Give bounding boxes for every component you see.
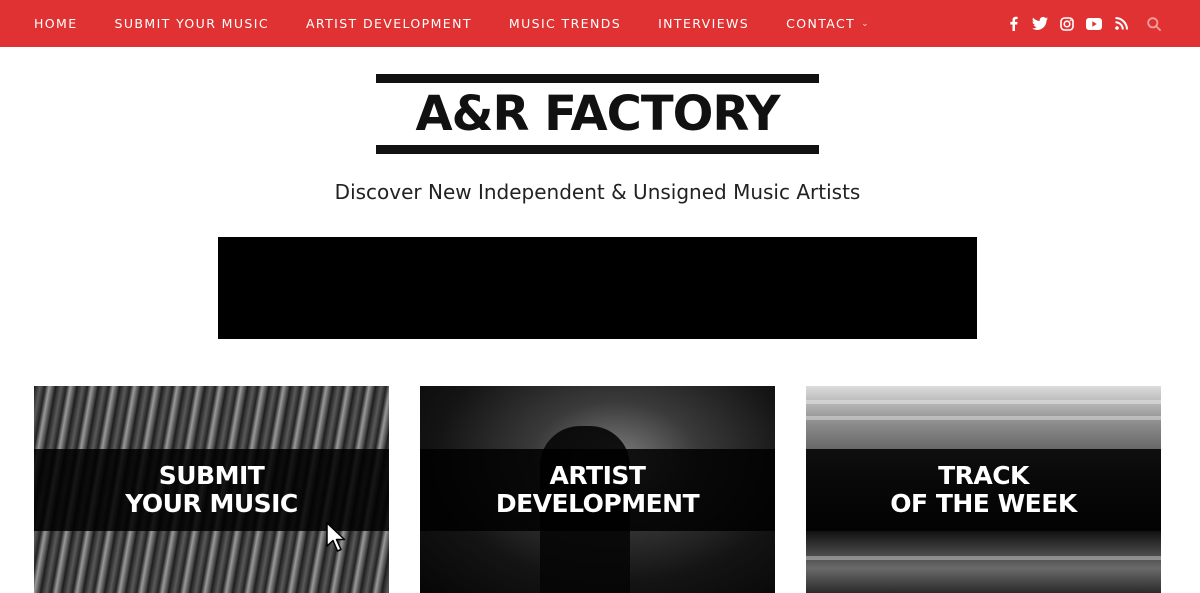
site-tagline: Discover New Independent & Unsigned Musi… <box>334 180 861 204</box>
rss-icon[interactable] <box>1113 16 1129 32</box>
search-icon[interactable] <box>1146 16 1162 32</box>
logo-text: A&R FACTORY <box>415 86 781 142</box>
twitter-icon[interactable] <box>1032 16 1048 32</box>
logo-top-rule <box>376 74 819 83</box>
card-title-band: TRACK OF THE WEEK <box>806 449 1161 531</box>
nav-contact[interactable]: CONTACT ⌄ <box>786 16 870 31</box>
nav-submit-your-music[interactable]: SUBMIT YOUR MUSIC <box>115 16 269 31</box>
facebook-icon[interactable] <box>1005 16 1021 32</box>
logo-bottom-rule <box>376 145 819 154</box>
nav-home-label: HOME <box>34 16 78 31</box>
nav-interviews-label: INTERVIEWS <box>658 16 750 31</box>
card-title-band: SUBMIT YOUR MUSIC <box>34 449 389 531</box>
card-title: SUBMIT YOUR MUSIC <box>125 461 298 518</box>
nav-contact-label: CONTACT <box>786 16 856 31</box>
top-navigation-bar: HOME SUBMIT YOUR MUSIC ARTIST DEVELOPMEN… <box>0 0 1200 47</box>
nav-music-trends-label: MUSIC TRENDS <box>508 16 622 31</box>
motion-streak <box>806 416 1161 420</box>
nav-submit-label: SUBMIT YOUR MUSIC <box>114 16 269 31</box>
card-track-of-the-week[interactable]: TRACK OF THE WEEK <box>806 386 1161 593</box>
card-title: TRACK OF THE WEEK <box>890 461 1077 518</box>
chevron-down-icon: ⌄ <box>861 18 871 29</box>
card-artist-development[interactable]: ARTIST DEVELOPMENT <box>420 386 775 593</box>
card-submit-your-music[interactable]: SUBMIT YOUR MUSIC <box>34 386 389 593</box>
nav-artist-development-label: ARTIST DEVELOPMENT <box>305 16 472 31</box>
nav-artist-development[interactable]: ARTIST DEVELOPMENT <box>306 16 472 31</box>
nav-home[interactable]: HOME <box>34 16 78 31</box>
card-title: ARTIST DEVELOPMENT <box>495 461 700 518</box>
youtube-icon[interactable] <box>1086 16 1102 32</box>
nav-music-trends[interactable]: MUSIC TRENDS <box>509 16 621 31</box>
motion-streak <box>806 400 1161 404</box>
motion-streak <box>806 556 1161 560</box>
advertisement-banner[interactable] <box>218 237 977 339</box>
instagram-icon[interactable] <box>1059 16 1075 32</box>
nav-interviews[interactable]: INTERVIEWS <box>658 16 749 31</box>
card-title-band: ARTIST DEVELOPMENT <box>420 449 775 531</box>
social-links <box>994 0 1162 47</box>
site-logo[interactable]: A&R FACTORY <box>376 74 819 154</box>
main-nav: HOME SUBMIT YOUR MUSIC ARTIST DEVELOPMEN… <box>0 0 907 47</box>
